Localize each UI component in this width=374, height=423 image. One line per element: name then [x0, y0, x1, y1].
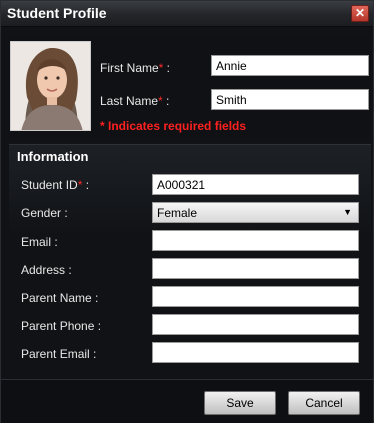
cancel-button[interactable]: Cancel — [288, 391, 360, 415]
parent-email-field[interactable] — [152, 342, 359, 363]
email-field[interactable] — [152, 230, 359, 251]
gender-select-value: Female — [157, 206, 198, 220]
chevron-down-icon: ▼ — [343, 207, 352, 217]
parent-name-label: Parent Name : — [21, 291, 99, 305]
address-field[interactable] — [152, 258, 359, 279]
close-button[interactable]: ✕ — [351, 5, 369, 22]
parent-phone-label: Parent Phone : — [21, 319, 102, 333]
gender-label: Gender : — [21, 206, 68, 220]
dialog-footer: Save Cancel — [1, 379, 373, 423]
gender-select[interactable]: Female ▼ — [152, 202, 359, 223]
email-label: Email : — [21, 235, 58, 249]
last-name-label: Last Name* : — [100, 94, 170, 108]
close-icon: ✕ — [354, 6, 366, 20]
window-title: Student Profile — [7, 5, 107, 21]
parent-email-label: Parent Email : — [21, 347, 97, 361]
required-fields-note: * Indicates required fields — [100, 119, 247, 133]
student-photo-image — [11, 42, 90, 130]
student-profile-window: Student Profile ✕ First Name* : Annie La… — [0, 0, 374, 423]
last-name-field[interactable]: Smith — [211, 89, 369, 110]
parent-name-field[interactable] — [152, 286, 359, 307]
parent-phone-field[interactable] — [152, 314, 359, 335]
student-id-label: Student ID* : — [21, 178, 90, 192]
save-button[interactable]: Save — [204, 391, 276, 415]
student-id-field[interactable]: A000321 — [152, 174, 359, 195]
address-label: Address : — [21, 263, 72, 277]
student-photo — [10, 41, 91, 131]
first-name-field[interactable]: Annie — [211, 55, 369, 76]
information-section-title: Information — [17, 149, 89, 164]
first-name-label: First Name* : — [100, 61, 171, 75]
title-bar: Student Profile ✕ — [1, 1, 373, 27]
